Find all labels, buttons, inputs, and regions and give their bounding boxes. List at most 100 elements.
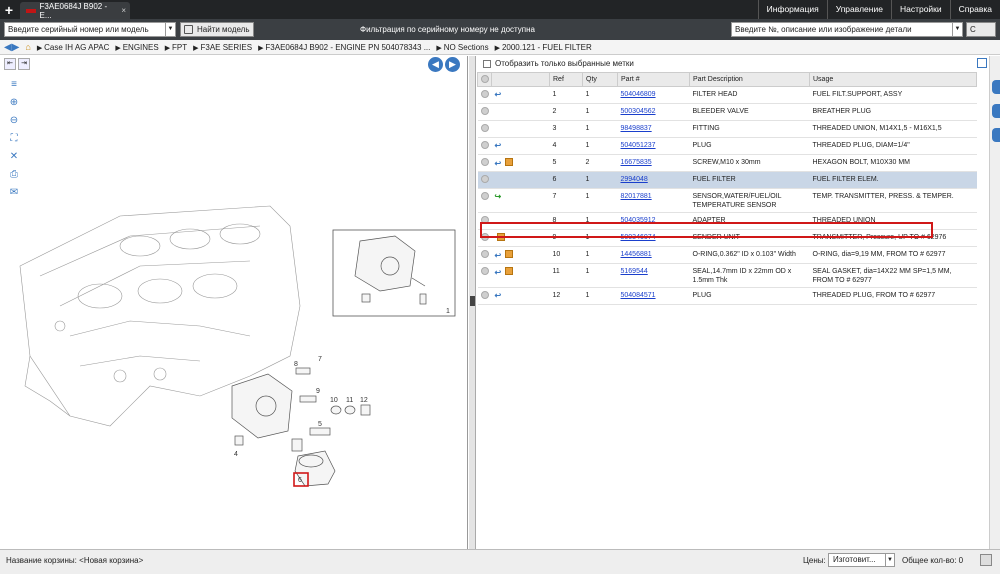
row-select[interactable] <box>477 137 492 155</box>
col-description[interactable]: Part Description <box>689 72 810 87</box>
table-row[interactable]: ↩ 5 2 16675835 SCREW,M10 x 30mm HEXAGON BOLT… <box>477 154 977 172</box>
part-number-link[interactable]: 504084571 <box>621 292 656 299</box>
select-dot-icon[interactable] <box>480 175 489 183</box>
package-icon[interactable] <box>505 158 514 166</box>
info-arrow-icon[interactable]: ↩ <box>495 141 502 150</box>
row-select[interactable] <box>477 154 492 172</box>
table-row[interactable]: ↩ 11 1 5169544 SEAL,14.7mm ID x 22mm OD x 1… <box>477 263 977 288</box>
col-usage[interactable]: Usage <box>809 72 977 87</box>
package-icon[interactable] <box>505 267 514 275</box>
package-icon[interactable] <box>505 250 514 258</box>
last-page-icon[interactable]: ⇥ <box>18 58 30 70</box>
select-dot-icon[interactable] <box>480 192 489 200</box>
breadcrumb-item[interactable]: Case IH AG APAC <box>37 43 109 52</box>
print-icon[interactable]: ⎙ <box>6 168 22 181</box>
info-arrow-icon[interactable]: ↩ <box>495 268 502 277</box>
select-dot-icon[interactable] <box>480 107 489 115</box>
table-row[interactable]: 2 1 500304562 BLEEDER VALVE BREATHER PLUG <box>477 103 977 121</box>
next-arrow-icon[interactable]: ▶ <box>445 57 460 72</box>
table-row[interactable]: 3 1 98498837 FITTING THREADED UNION, M14X1,5… <box>477 120 977 138</box>
zoom-out-icon[interactable]: ⊖ <box>6 114 22 127</box>
tab-current[interactable]: F3AE0684J B902 - E... × <box>20 2 130 20</box>
table-row[interactable]: 6 1 2994048 FUEL FILTER FUEL FILTER ELEM. <box>477 171 977 189</box>
select-dot-icon[interactable] <box>480 141 489 149</box>
select-dot-icon[interactable] <box>480 291 489 299</box>
part-number-link[interactable]: 500346074 <box>621 234 656 241</box>
info-arrow-icon[interactable]: ↩ <box>495 251 502 260</box>
menu-manage[interactable]: Управление <box>826 0 891 19</box>
table-row[interactable]: 9 1 500346074 SENDER UNIT TRANSMITTER, Press… <box>477 229 977 247</box>
select-all-header[interactable] <box>477 72 492 87</box>
select-dot-icon[interactable] <box>480 250 489 258</box>
show-selected-checkbox[interactable] <box>483 59 491 68</box>
side-tool-icon[interactable] <box>992 80 1000 94</box>
side-tool-icon[interactable] <box>992 104 1000 118</box>
breadcrumb-item[interactable]: ENGINES <box>115 43 159 52</box>
back-arrow-icon[interactable]: ◀▶ <box>4 42 19 53</box>
part-number-link[interactable]: 82017881 <box>621 193 652 200</box>
basket-icon[interactable] <box>980 554 992 566</box>
info-arrow-icon[interactable]: ↩ <box>495 90 502 99</box>
row-select[interactable] <box>477 287 492 305</box>
col-qty[interactable]: Qty <box>582 72 618 87</box>
part-number-link[interactable]: 504046809 <box>621 91 656 98</box>
prices-select[interactable]: Изготовит... ▼ <box>828 553 895 567</box>
pane-splitter[interactable] <box>469 56 476 549</box>
row-select[interactable] <box>477 188 492 213</box>
part-number-link[interactable]: 500304562 <box>621 108 656 115</box>
new-tab-icon[interactable]: + <box>0 0 18 19</box>
table-row[interactable]: ↩ 4 1 504051237 PLUG THREADED PLUG, DIAM=1/4… <box>477 137 977 155</box>
home-icon[interactable]: ⌂ <box>25 42 30 52</box>
select-dot-icon[interactable] <box>480 233 489 241</box>
select-dot-icon[interactable] <box>480 158 489 166</box>
row-select[interactable] <box>477 263 492 288</box>
zoom-in-icon[interactable]: ⊕ <box>6 96 22 109</box>
row-select[interactable] <box>477 171 492 189</box>
part-search-select[interactable]: Введите №, описание или изображение дета… <box>731 22 963 37</box>
part-number-link[interactable]: 98498837 <box>621 125 652 132</box>
part-number-link[interactable]: 14456881 <box>621 251 652 258</box>
table-row[interactable]: ↩ 10 1 14456881 O-RING,0.362" ID x 0.103" W… <box>477 246 977 264</box>
select-dot-icon[interactable] <box>480 267 489 275</box>
row-select[interactable] <box>477 103 492 121</box>
replacement-arrow-icon[interactable]: ↪ <box>495 192 502 201</box>
chevron-down-icon[interactable]: ▼ <box>885 554 894 566</box>
basket-value[interactable]: <Новая корзина> <box>79 556 143 565</box>
select-dot-icon[interactable] <box>481 74 489 83</box>
menu-info[interactable]: Информация <box>757 0 827 19</box>
chevron-down-icon[interactable]: ▼ <box>165 23 175 36</box>
close-tab-icon[interactable]: × <box>121 6 126 15</box>
select-dot-icon[interactable] <box>480 124 489 132</box>
row-select[interactable] <box>477 120 492 138</box>
row-select[interactable] <box>477 246 492 264</box>
side-user-icon[interactable] <box>992 128 1000 142</box>
part-number-link[interactable]: 16675835 <box>621 159 652 166</box>
info-arrow-icon[interactable]: ↩ <box>495 159 502 168</box>
table-row[interactable]: 8 1 504035912 ADAPTER THREADED UNION <box>477 212 977 230</box>
table-row[interactable]: ↩ 12 1 504084571 PLUG THREADED PLUG, FROM TO… <box>477 287 977 305</box>
settings-icon[interactable] <box>977 58 987 68</box>
part-number-link[interactable]: 2994048 <box>621 176 648 183</box>
breadcrumb-item[interactable]: F3AE SERIES <box>193 43 252 52</box>
row-select[interactable] <box>477 212 492 230</box>
serial-model-select[interactable]: Введите серийный номер или модель ▼ <box>4 22 176 37</box>
breadcrumb-item[interactable]: F3AE0684J B902 - ENGINE PN 504078343 ... <box>258 43 430 52</box>
fit-icon[interactable]: ⛶ <box>6 132 22 145</box>
col-ref[interactable]: Ref <box>549 72 583 87</box>
table-row[interactable]: ↪ 7 1 82017881 SENSOR,WATER/FUEL/OIL TEMPER… <box>477 188 977 213</box>
part-number-link[interactable]: 504035912 <box>621 217 656 224</box>
breadcrumb-item[interactable]: NO Sections <box>436 43 489 52</box>
row-select[interactable] <box>477 86 492 104</box>
chevron-down-icon[interactable]: ▼ <box>952 23 962 36</box>
first-page-icon[interactable]: ⇤ <box>4 58 16 70</box>
menu-help[interactable]: Справка <box>949 0 1000 19</box>
grid-icon[interactable]: ≡ <box>6 78 22 91</box>
col-part[interactable]: Part # <box>617 72 690 87</box>
row-select[interactable] <box>477 229 492 247</box>
package-icon[interactable] <box>496 233 505 241</box>
exploded-diagram[interactable]: 1 8 7 9 10 11 12 5 4 6 <box>0 56 468 549</box>
select-dot-icon[interactable] <box>480 90 489 98</box>
select-dot-icon[interactable] <box>480 216 489 224</box>
find-model-button[interactable]: Найти модель <box>180 22 254 37</box>
splitter-handle[interactable] <box>470 296 475 306</box>
